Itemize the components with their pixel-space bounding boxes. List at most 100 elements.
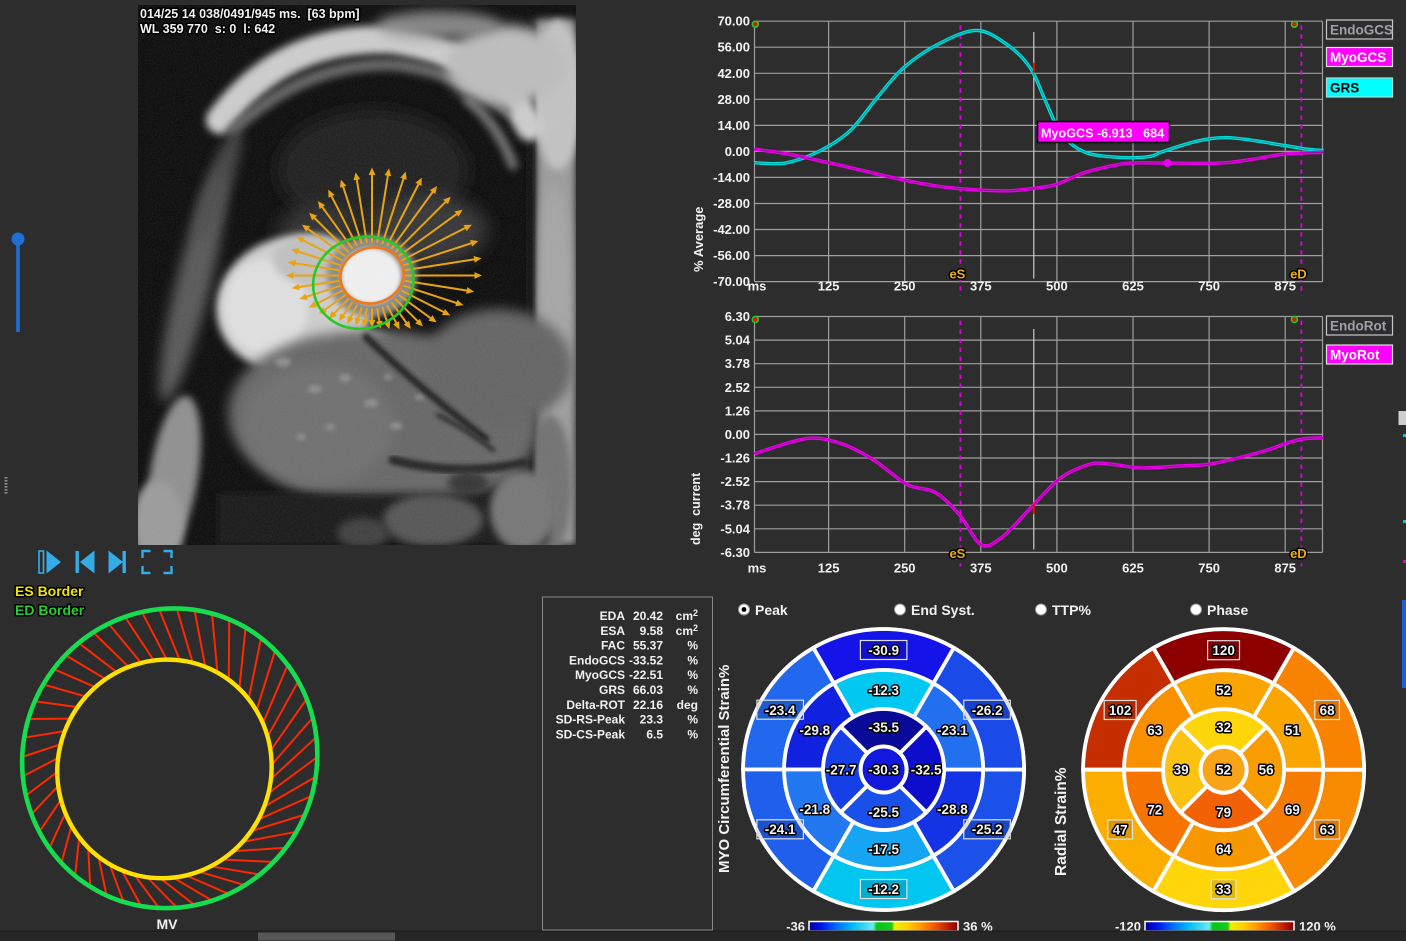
svg-text:79: 79 — [1216, 805, 1231, 820]
svg-text:TTP%: TTP% — [1052, 602, 1091, 618]
svg-text:-17.5: -17.5 — [868, 842, 899, 857]
svg-text:6.5: 6.5 — [646, 727, 663, 741]
svg-text:28.00: 28.00 — [717, 92, 750, 107]
svg-text:55.37: 55.37 — [633, 639, 663, 653]
svg-text:-42.00: -42.00 — [713, 222, 750, 237]
svg-text:-1.26: -1.26 — [720, 451, 750, 466]
svg-text:MyoGCS: MyoGCS — [575, 668, 625, 682]
svg-text:ED Border: ED Border — [15, 602, 85, 618]
svg-text:625: 625 — [1122, 561, 1144, 576]
svg-text:52: 52 — [1216, 763, 1231, 778]
svg-text:39: 39 — [1174, 763, 1189, 778]
svg-text:EDA: EDA — [600, 609, 626, 623]
svg-text:63: 63 — [1320, 823, 1336, 838]
svg-text:FAC: FAC — [601, 639, 625, 653]
svg-text:63: 63 — [1147, 723, 1163, 738]
svg-text:-5.04: -5.04 — [720, 521, 750, 536]
svg-text:-30.3: -30.3 — [868, 763, 899, 778]
svg-text:875: 875 — [1274, 561, 1296, 576]
svg-text:52: 52 — [1216, 683, 1231, 698]
svg-text:-30.9: -30.9 — [868, 643, 899, 658]
svg-text:SD-RS-Peak: SD-RS-Peak — [556, 713, 626, 727]
svg-text:56.00: 56.00 — [717, 40, 750, 55]
svg-text:SD-CS-Peak: SD-CS-Peak — [556, 727, 626, 741]
svg-text:ms: ms — [748, 561, 767, 576]
svg-text:End Syst.: End Syst. — [911, 602, 975, 618]
svg-text:-70.00: -70.00 — [713, 274, 750, 289]
svg-text:32: 32 — [1216, 720, 1231, 735]
svg-text:-56.00: -56.00 — [713, 248, 750, 263]
svg-text:ESA: ESA — [600, 624, 625, 638]
svg-text:-35.5: -35.5 — [868, 720, 899, 735]
svg-text:125: 125 — [818, 279, 840, 294]
svg-text:68: 68 — [1320, 703, 1336, 718]
svg-text:23.3: 23.3 — [640, 713, 664, 727]
svg-text:375: 375 — [970, 561, 992, 576]
svg-text:Delta-ROT: Delta-ROT — [566, 698, 625, 712]
svg-text:6.30: 6.30 — [725, 309, 750, 324]
svg-text:33: 33 — [1216, 882, 1232, 897]
svg-text:MyoGCS -6.913 684: MyoGCS -6.913 684 — [1041, 126, 1164, 140]
svg-text:eD: eD — [1290, 267, 1307, 282]
svg-text:47: 47 — [1113, 823, 1128, 838]
svg-text:1.26: 1.26 — [725, 403, 750, 418]
svg-text:64: 64 — [1216, 842, 1232, 857]
svg-text:500: 500 — [1046, 279, 1068, 294]
svg-text:%: % — [687, 727, 698, 741]
svg-text:%: % — [687, 683, 698, 697]
svg-text:66.03: 66.03 — [633, 683, 663, 697]
svg-text:MYO Circumferential Strain%: MYO Circumferential Strain% — [716, 665, 733, 873]
svg-text:Radial Strain%: Radial Strain% — [1053, 767, 1070, 876]
svg-text:-29.8: -29.8 — [799, 723, 830, 738]
svg-text:% Average: % Average — [691, 206, 706, 272]
svg-text:3.78: 3.78 — [725, 356, 750, 371]
svg-text:-26.2: -26.2 — [972, 703, 1003, 718]
svg-text:2.52: 2.52 — [725, 380, 750, 395]
svg-text:-28.8: -28.8 — [937, 802, 968, 817]
svg-text:51: 51 — [1285, 723, 1301, 738]
svg-text:-2.52: -2.52 — [720, 474, 750, 489]
svg-text:deg: deg — [677, 698, 698, 712]
svg-text:56: 56 — [1259, 763, 1275, 778]
svg-text:%: % — [687, 668, 698, 682]
svg-text:eD: eD — [1290, 546, 1307, 561]
svg-text:-23.1: -23.1 — [937, 723, 968, 738]
svg-text:%: % — [687, 713, 698, 727]
svg-text:EndoGCS: EndoGCS — [569, 653, 625, 667]
svg-text:MV: MV — [157, 916, 179, 932]
svg-text:69: 69 — [1285, 803, 1300, 818]
svg-text:-32.5: -32.5 — [911, 763, 942, 778]
svg-text:750: 750 — [1198, 279, 1220, 294]
svg-text:WL 359 770 s: 0 l: 642: WL 359 770 s: 0 l: 642 — [140, 22, 275, 36]
svg-text:eS: eS — [949, 546, 965, 561]
svg-text:250: 250 — [894, 561, 916, 576]
svg-text:EndoRot: EndoRot — [1330, 319, 1387, 334]
svg-text:42.00: 42.00 — [717, 66, 750, 81]
svg-text:014/25 14 038/0491/945 ms. [6: 014/25 14 038/0491/945 ms. [63 bpm] — [140, 7, 360, 21]
svg-text:-12.2: -12.2 — [868, 882, 899, 897]
svg-text:MyoRot: MyoRot — [1330, 348, 1380, 363]
svg-text:72: 72 — [1147, 803, 1162, 818]
svg-text:-27.7: -27.7 — [826, 763, 857, 778]
svg-text:750: 750 — [1198, 561, 1220, 576]
svg-text:%: % — [687, 653, 698, 667]
svg-text:125: 125 — [818, 561, 840, 576]
svg-text:-33.52: -33.52 — [629, 653, 663, 667]
svg-text:5.04: 5.04 — [725, 333, 751, 348]
svg-text:-23.4: -23.4 — [765, 703, 796, 718]
svg-text:deg current: deg current — [689, 472, 703, 545]
svg-text:-14.00: -14.00 — [713, 170, 750, 185]
svg-text:-21.8: -21.8 — [799, 802, 830, 817]
svg-text:MyoGCS: MyoGCS — [1330, 50, 1386, 65]
svg-text:-22.51: -22.51 — [629, 668, 663, 682]
svg-text:GRS: GRS — [599, 683, 625, 697]
svg-text:-3.78: -3.78 — [720, 498, 750, 513]
svg-text:14.00: 14.00 — [717, 118, 750, 133]
svg-text:-24.1: -24.1 — [765, 822, 796, 837]
svg-text:120: 120 — [1212, 643, 1235, 658]
svg-text:ms: ms — [748, 279, 767, 294]
svg-text:eS: eS — [949, 267, 965, 282]
svg-text:375: 375 — [970, 279, 992, 294]
svg-text:102: 102 — [1109, 703, 1132, 718]
svg-text:GRS: GRS — [1330, 81, 1359, 96]
